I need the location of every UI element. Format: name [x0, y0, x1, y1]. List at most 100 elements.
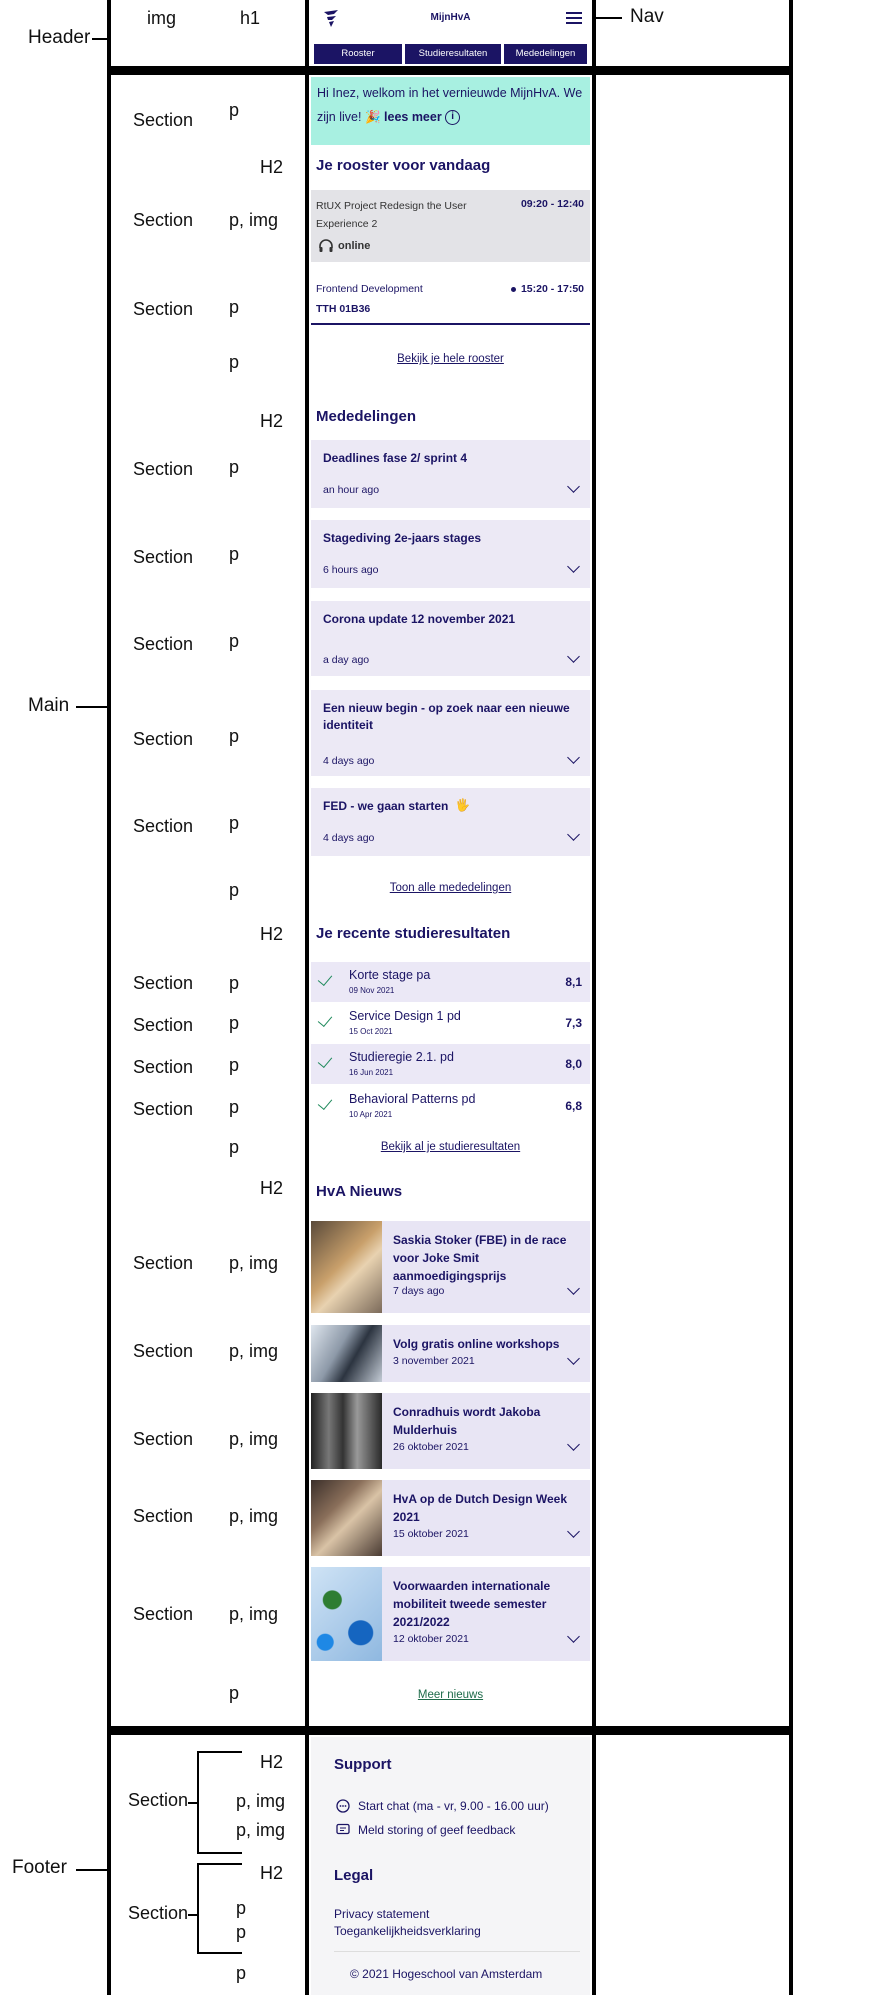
tab-studieresultaten[interactable]: Studieresultaten	[405, 44, 501, 64]
footer-label-p-1: p	[236, 1898, 247, 1918]
result-date: 15 Oct 2021	[349, 1027, 393, 1036]
message-title: FED - we gaan starten	[323, 799, 449, 813]
news-title: Voorwaarden internationale mobiliteit tw…	[393, 1579, 551, 1629]
news-thumbnail	[311, 1221, 382, 1313]
news-date: 26 oktober 2021	[393, 1441, 469, 1453]
structure-label-section: Section	[133, 1341, 194, 1361]
structure-label-p-img: p, img	[229, 1429, 279, 1449]
news-date: 12 oktober 2021	[393, 1633, 469, 1645]
news-item[interactable]: HvA op de Dutch Design Week 2021 15 oktob…	[311, 1480, 590, 1556]
view-all-results-link[interactable]: Bekijk al je studieresultaten	[311, 1141, 590, 1153]
news-item[interactable]: Volg gratis online workshops 3 november 2…	[311, 1325, 590, 1382]
structure-label-section: Section	[133, 1506, 194, 1526]
footer-label-pimg-2: p, img	[236, 1820, 286, 1840]
result-grade: 8,0	[565, 1057, 582, 1071]
rooster-item-title: Frontend Development	[316, 283, 423, 295]
chevron-down-icon[interactable]	[567, 1630, 580, 1643]
news-title: Conradhuis wordt Jakoba Mulderhuis	[393, 1405, 541, 1437]
structure-label-section: Section	[133, 110, 194, 130]
hamburger-menu-icon[interactable]	[566, 12, 582, 24]
chevron-down-icon[interactable]	[567, 480, 580, 493]
structure-label-section: Section	[133, 729, 194, 749]
message-item[interactable]: Deadlines fase 2/ sprint 4 an hour ago	[311, 440, 590, 508]
label-img: img	[147, 8, 177, 28]
privacy-link[interactable]: Privacy statement	[334, 1907, 429, 1921]
news-date: 7 days ago	[393, 1285, 445, 1297]
news-item[interactable]: Conradhuis wordt Jakoba Mulderhuis 26 okt…	[311, 1393, 590, 1469]
nav-label: Nav	[630, 6, 664, 27]
structure-label-p: p	[229, 100, 240, 120]
chevron-down-icon[interactable]	[567, 828, 580, 841]
result-name: Korte stage pa	[349, 968, 431, 982]
rooster-heading: Je rooster voor vandaag	[316, 157, 491, 174]
structure-label-section: Section	[133, 547, 194, 567]
footer-label-h2-legal: H2	[260, 1863, 284, 1883]
structure-label-section: Section	[133, 210, 194, 230]
structure-label-section: Section	[133, 1253, 194, 1273]
structure-label-p: p	[229, 457, 240, 477]
message-title: Stagediving 2e-jaars stages	[323, 531, 482, 545]
structure-label-p: p	[229, 544, 240, 564]
message-item[interactable]: Stagediving 2e-jaars stages 6 hours ago	[311, 520, 590, 588]
tab-mededelingen[interactable]: Mededelingen	[504, 44, 587, 64]
structure-label-p: p	[229, 297, 240, 317]
info-icon[interactable]: i	[445, 110, 461, 126]
rooster-item[interactable]: RtUX Project Redesign the User Experienc…	[311, 190, 590, 262]
chevron-down-icon[interactable]	[567, 1438, 580, 1451]
chevron-down-icon[interactable]	[567, 1352, 580, 1365]
news-item[interactable]: Voorwaarden internationale mobiliteit tw…	[311, 1567, 590, 1661]
tab-rooster[interactable]: Rooster	[314, 44, 402, 64]
result-row[interactable]: Studieregie 2.1. pd 16 Jun 2021 8,0	[311, 1044, 590, 1084]
accessibility-link[interactable]: Toegankelijkheidsverklaring	[334, 1924, 481, 1938]
footer-divider	[334, 1951, 580, 1952]
bracket-legal-stem	[188, 1914, 198, 1916]
news-date: 15 oktober 2021	[393, 1528, 469, 1540]
structure-label-section: Section	[133, 816, 194, 836]
footer-label-p-3: p	[236, 1963, 247, 1983]
result-row[interactable]: Korte stage pa 09 Nov 2021 8,1	[311, 962, 590, 1002]
message-title: Corona update 12 november 2021	[323, 612, 516, 626]
structure-label-p: p	[229, 631, 240, 651]
chevron-down-icon[interactable]	[567, 751, 580, 764]
structure-label-p: p	[229, 1137, 240, 1157]
mededelingen-heading: Mededelingen	[316, 408, 417, 425]
footer-label-p-2: p	[236, 1922, 247, 1942]
bracket-legal-bottom	[197, 1952, 242, 1954]
structure-label-p: p	[229, 352, 240, 372]
bullet-icon	[511, 287, 516, 292]
news-date: 3 november 2021	[393, 1355, 475, 1367]
structure-label-p-img: p, img	[229, 210, 279, 230]
show-all-messages-link[interactable]: Toon alle mededelingen	[311, 882, 590, 894]
main-label: Main	[28, 695, 70, 716]
read-more-link[interactable]: lees meer	[384, 110, 442, 124]
message-title: Deadlines fase 2/ sprint 4	[323, 451, 468, 465]
message-item[interactable]: FED - we gaan starten 🖐 4 days ago	[311, 788, 590, 856]
check-icon	[317, 970, 333, 987]
message-item[interactable]: Corona update 12 november 2021 a day ago	[311, 601, 590, 676]
result-row[interactable]: Service Design 1 pd 15 Oct 2021 7,3	[311, 1003, 590, 1043]
start-chat-link[interactable]: Start chat (ma - vr, 9.00 - 16.00 uur)	[358, 1799, 549, 1813]
view-full-schedule-link[interactable]: Bekijk je hele rooster	[311, 353, 590, 365]
footer-label-section-legal: Section	[128, 1903, 189, 1923]
chevron-down-icon[interactable]	[567, 1525, 580, 1538]
result-row[interactable]: Behavioral Patterns pd 10 Apr 2021 6,8	[311, 1086, 590, 1126]
news-title: HvA op de Dutch Design Week 2021	[393, 1492, 568, 1524]
rooster-item[interactable]: Frontend Development 15:20 - 17:50 TTH 0…	[311, 272, 590, 325]
result-date: 10 Apr 2021	[349, 1110, 393, 1119]
more-news-link[interactable]: Meer nieuws	[311, 1689, 590, 1701]
news-item[interactable]: Saskia Stoker (FBE) in de race voor Joke…	[311, 1221, 590, 1313]
message-item[interactable]: Een nieuw begin - op zoek naar een nieuw…	[311, 690, 590, 776]
support-heading: Support	[334, 1756, 392, 1773]
chevron-down-icon[interactable]	[567, 560, 580, 573]
hand-emoji: 🖐	[455, 798, 470, 812]
structure-label-h2: H2	[260, 157, 284, 177]
structure-label-p: p	[229, 726, 240, 746]
news-thumbnail	[311, 1325, 382, 1382]
chevron-down-icon[interactable]	[567, 650, 580, 663]
app-footer	[311, 1737, 590, 1995]
bracket-support-top	[197, 1751, 242, 1753]
feedback-link[interactable]: Meld storing of geef feedback	[358, 1823, 515, 1837]
rooster-item-time: 09:20 - 12:40	[520, 198, 584, 210]
message-date: a day ago	[323, 654, 370, 666]
check-icon	[317, 1052, 333, 1069]
